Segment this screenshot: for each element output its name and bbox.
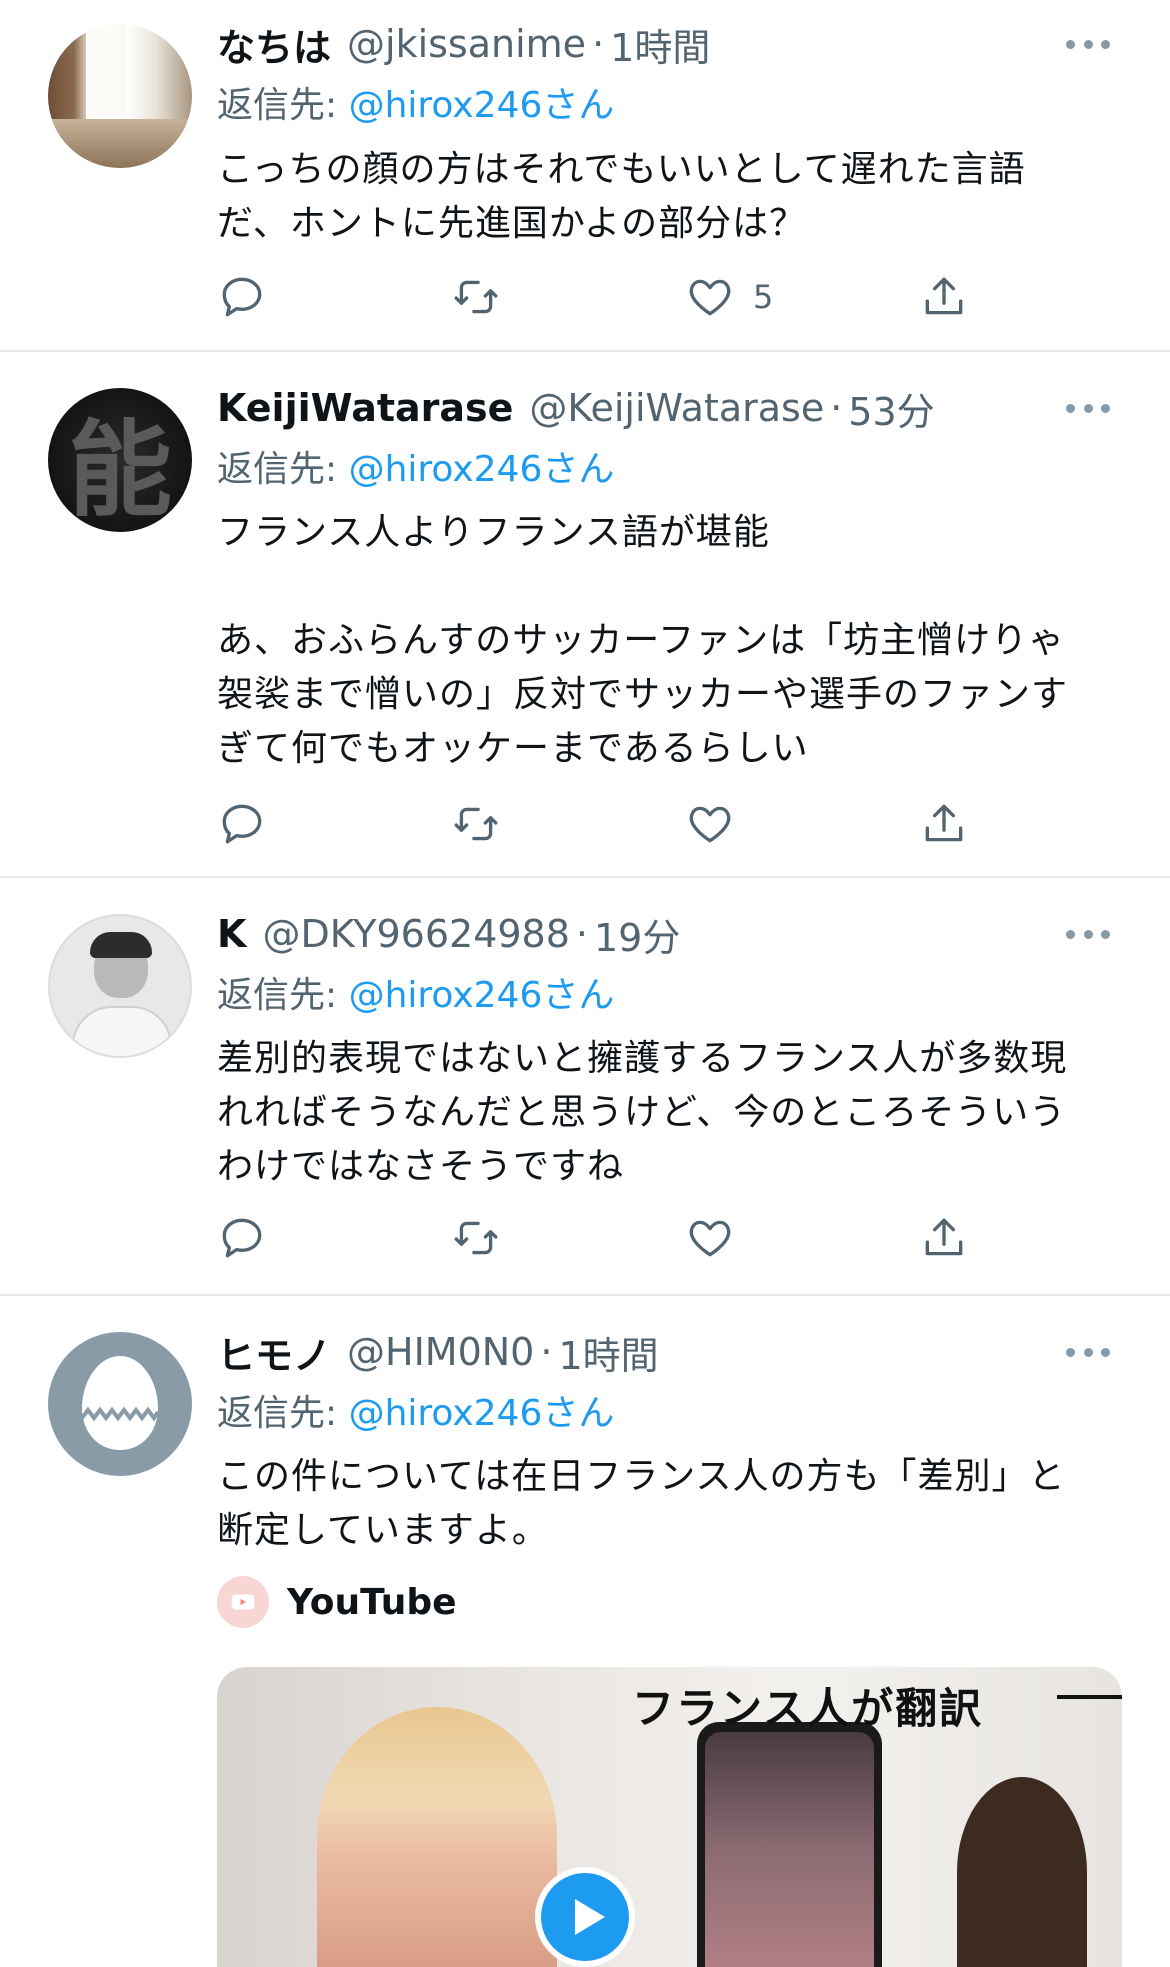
display-name[interactable]: ヒモノ — [217, 1325, 331, 1380]
reply-prefix: 返信先: — [217, 449, 338, 490]
tweet-text-line: 袈裟まで憎いの」反対でサッカーや選手のファンす — [217, 674, 1069, 715]
tweet-text-line: この件については在日フランス人の方も「差別」と — [217, 1456, 1066, 1497]
tweet-text: こっちの顔の方はそれでもいいとして遅れた言語 だ、ホントに先進国かよの部分は？ — [217, 143, 1127, 251]
tweet-text-line: 差別的表現ではないと擁護するフランス人が多数現 — [217, 1038, 1068, 1079]
reply-mention-link[interactable]: @hirox246さん — [349, 1393, 615, 1434]
thumbnail-title: フランス人が翻訳 — [632, 1684, 984, 1733]
user-handle[interactable]: @DKY96624988 — [262, 912, 569, 956]
separator-dot: · — [575, 912, 588, 956]
timestamp[interactable]: 19分 — [594, 907, 680, 962]
retweet-icon — [454, 1221, 498, 1255]
share-button[interactable] — [919, 1208, 969, 1268]
separator-dot: · — [592, 22, 605, 66]
tweet-item[interactable]: 能 KeijiWatarase @KeijiWatarase · 53分 返信先… — [0, 352, 1170, 878]
reply-context: 返信先: @hirox246さん — [217, 440, 614, 492]
user-handle[interactable]: @HIM0N0 — [347, 1330, 534, 1374]
tweet-text-line: れればそうなんだと思うけど、今のところそういう — [217, 1092, 1067, 1133]
like-count: 5 — [753, 278, 774, 316]
reply-button[interactable] — [217, 267, 267, 327]
tweet-text-line: フランス人よりフランス語が堪能 — [217, 512, 770, 553]
retweet-button[interactable] — [451, 267, 501, 327]
separator-dot: · — [540, 1330, 553, 1374]
heart-icon — [689, 1220, 731, 1257]
avatar[interactable]: 能 — [48, 388, 192, 532]
action-bar — [217, 794, 977, 854]
reply-context: 返信先: @hirox246さん — [217, 966, 614, 1018]
more-dots-icon[interactable] — [1066, 1322, 1110, 1382]
youtube-icon — [217, 1576, 269, 1628]
default-egg-avatar[interactable] — [48, 1332, 192, 1476]
heart-icon — [689, 279, 731, 316]
like-button[interactable] — [685, 1208, 735, 1268]
reply-mention-link[interactable]: @hirox246さん — [349, 449, 615, 490]
reply-button[interactable] — [217, 1208, 267, 1268]
reply-prefix: 返信先: — [217, 975, 338, 1016]
tweet-item[interactable]: K @DKY96624988 · 19分 返信先: @hirox246さん 差別… — [0, 878, 1170, 1296]
retweet-icon — [454, 807, 498, 841]
link-card-source[interactable]: YouTube — [217, 1572, 457, 1632]
tweet-text: この件については在日フランス人の方も「差別」と 断定していますよ。 — [217, 1450, 1127, 1558]
user-handle[interactable]: @jkissanime — [347, 22, 586, 66]
thumbnail-title-rule — [1057, 1695, 1122, 1699]
share-icon — [925, 1218, 963, 1256]
tweet-text-line: わけではなさそうですね — [217, 1146, 625, 1187]
heart-icon — [689, 806, 731, 843]
reply-mention-link[interactable]: @hirox246さん — [349, 975, 615, 1016]
share-button[interactable] — [919, 267, 969, 327]
play-icon[interactable] — [535, 1867, 635, 1967]
more-dots-icon[interactable] — [1066, 378, 1110, 438]
thumbnail-person-left — [317, 1707, 557, 1967]
reply-button[interactable] — [217, 794, 267, 854]
timestamp[interactable]: 1時間 — [610, 17, 710, 72]
tweet-text-line: 断定していますよ。 — [217, 1510, 549, 1551]
reply-icon — [222, 804, 262, 844]
tweet-text-line: ぎて何でもオッケーまであるらしい — [217, 728, 809, 769]
tweet-text: フランス人よりフランス語が堪能 あ、おふらんすのサッカーファンは「坊主憎けりゃ … — [217, 506, 1127, 776]
youtube-link-card[interactable]: フランス人が翻訳 — [217, 1667, 1122, 1967]
timestamp[interactable]: 1時間 — [558, 1325, 658, 1380]
display-name[interactable]: KeijiWatarase — [217, 386, 513, 430]
reply-icon — [222, 1218, 262, 1258]
avatar[interactable] — [48, 914, 192, 1058]
avatar[interactable] — [48, 24, 192, 168]
action-bar — [217, 1208, 977, 1268]
tweet-text-line: こっちの顔の方はそれでもいいとして遅れた言語 — [217, 149, 1026, 190]
reply-context: 返信先: @hirox246さん — [217, 1384, 614, 1436]
share-icon — [925, 804, 963, 842]
tweet-text-line: だ、ホントに先進国かよの部分は？ — [217, 203, 807, 244]
reply-prefix: 返信先: — [217, 85, 338, 126]
tweet-text-line — [217, 560, 1127, 614]
retweet-button[interactable] — [451, 794, 501, 854]
retweet-button[interactable] — [451, 1208, 501, 1268]
tweet-text-line: あ、おふらんすのサッカーファンは「坊主憎けりゃ — [217, 620, 1066, 661]
tweet-item[interactable]: なちは @jkissanime · 1時間 返信先: @hirox246さん こ… — [0, 0, 1170, 352]
action-bar: 5 — [217, 267, 977, 327]
timestamp[interactable]: 53分 — [848, 381, 934, 436]
reply-prefix: 返信先: — [217, 1393, 338, 1434]
display-name[interactable]: K — [217, 912, 246, 956]
reply-context: 返信先: @hirox246さん — [217, 76, 614, 128]
reply-mention-link[interactable]: @hirox246さん — [349, 85, 615, 126]
egg-icon — [80, 1356, 160, 1450]
reply-icon — [222, 277, 262, 317]
separator-dot: · — [830, 386, 843, 430]
like-button[interactable]: 5 — [685, 267, 773, 327]
display-name[interactable]: なちは — [217, 17, 331, 72]
tweet-text: 差別的表現ではないと擁護するフランス人が多数現 れればそうなんだと思うけど、今の… — [217, 1032, 1127, 1194]
like-button[interactable] — [685, 794, 735, 854]
tweet-item[interactable]: ヒモノ @HIM0N0 · 1時間 返信先: @hirox246さん この件につ… — [0, 1296, 1170, 1967]
retweet-icon — [454, 280, 498, 314]
user-handle[interactable]: @KeijiWatarase — [529, 386, 824, 430]
thumbnail-phone — [697, 1722, 882, 1967]
share-icon — [925, 277, 963, 315]
thumbnail-person-right — [957, 1777, 1087, 1967]
card-source-label: YouTube — [287, 1581, 457, 1623]
avatar-glyph: 能 — [67, 407, 172, 531]
share-button[interactable] — [919, 794, 969, 854]
more-dots-icon[interactable] — [1066, 14, 1110, 74]
more-dots-icon[interactable] — [1066, 904, 1110, 964]
